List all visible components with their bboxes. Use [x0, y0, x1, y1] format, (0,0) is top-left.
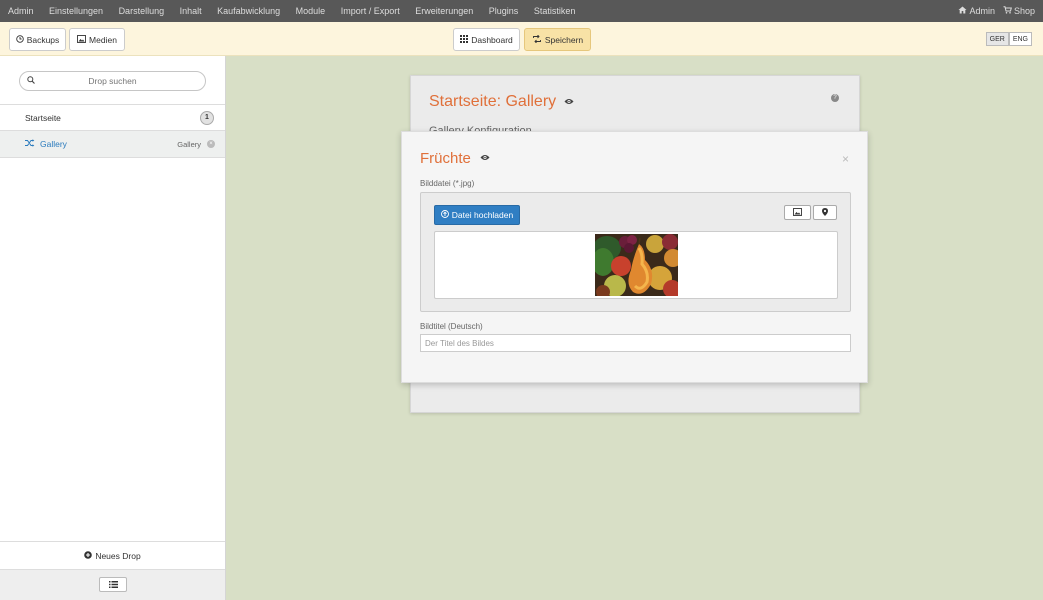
menu-item-darstellung[interactable]: Darstellung — [119, 6, 165, 16]
plus-circle-icon — [84, 550, 93, 561]
new-drop-label: Neues Drop — [95, 550, 141, 561]
language-switcher: GER ENG — [985, 32, 1032, 46]
grid-icon — [460, 34, 469, 45]
drop-search — [19, 71, 206, 91]
image-title-label: Bildtitel (Deutsch) — [420, 322, 483, 331]
clock-icon — [15, 34, 24, 45]
eye-icon[interactable] — [564, 97, 574, 108]
dashboard-label: Dashboard — [471, 34, 513, 45]
menu-item-kaufabwicklung[interactable]: Kaufabwicklung — [217, 6, 280, 16]
upload-file-button[interactable]: Datei hochladen — [434, 205, 520, 225]
home-icon — [958, 6, 967, 16]
medien-label: Medien — [89, 34, 117, 45]
save-label: Speichern — [544, 34, 584, 45]
panel-title: Startseite: Gallery — [429, 93, 557, 110]
user-links: Admin Shop — [950, 0, 1035, 22]
search-icon — [27, 76, 35, 86]
backups-button[interactable]: Backups — [9, 28, 66, 51]
menu-item-import-export[interactable]: Import / Export — [341, 6, 400, 16]
focus-point-button[interactable] — [813, 205, 837, 220]
image-library-button[interactable] — [784, 205, 811, 220]
map-marker-icon — [822, 207, 828, 218]
cart-icon — [1003, 6, 1012, 16]
eye-icon[interactable] — [480, 153, 490, 164]
menu-item-admin[interactable]: Admin — [8, 6, 34, 16]
image-icon — [77, 34, 86, 45]
sidebar-item-label: Startseite — [25, 112, 61, 123]
image-icon — [793, 207, 802, 218]
image-edit-modal: Früchte × Bilddatei (*.jpg) Datei hochla… — [401, 131, 868, 383]
menu-item-einstellungen[interactable]: Einstellungen — [49, 6, 103, 16]
admin-link[interactable]: Admin — [958, 6, 995, 16]
main-menu: Admin Einstellungen Darstellung Inhalt K… — [8, 0, 591, 22]
lang-eng-button[interactable]: ENG — [1008, 32, 1032, 46]
sidebar-footer — [0, 569, 225, 600]
shop-link[interactable]: Shop — [1003, 6, 1035, 16]
count-badge: 1 — [200, 110, 214, 125]
new-drop-button[interactable]: Neues Drop — [0, 541, 225, 569]
lang-ger-button[interactable]: GER — [985, 32, 1009, 46]
sidebar-item-gallery[interactable]: Gallery Gallery × — [0, 131, 225, 158]
shuffle-icon — [25, 139, 35, 149]
sidebar: Startseite 1 Gallery Gallery × Neues Dro… — [0, 56, 226, 600]
drop-search-input[interactable] — [20, 72, 205, 90]
image-preview-frame — [434, 231, 838, 299]
panel-title-row: Startseite: Gallery — [429, 93, 574, 111]
sidebar-item-startseite[interactable]: Startseite 1 — [0, 104, 225, 131]
image-title-input[interactable] — [420, 334, 851, 352]
menu-item-erweiterungen[interactable]: Erweiterungen — [415, 6, 473, 16]
dashboard-button[interactable]: Dashboard — [453, 28, 520, 51]
upload-label: Datei hochladen — [451, 210, 514, 220]
admin-link-label: Admin — [969, 6, 995, 16]
top-navigation: Admin Einstellungen Darstellung Inhalt K… — [0, 0, 1043, 22]
toolbar: Backups Medien Dashboard Speichern GER E… — [0, 22, 1043, 56]
modal-title-row: Früchte — [420, 150, 490, 167]
remove-icon[interactable]: × — [207, 140, 215, 148]
drop-type-label: Gallery — [177, 139, 201, 149]
menu-item-plugins[interactable]: Plugins — [489, 6, 519, 16]
shop-link-label: Shop — [1013, 6, 1035, 16]
backups-label: Backups — [26, 34, 60, 45]
list-toggle-button[interactable] — [99, 577, 127, 592]
medien-button[interactable]: Medien — [69, 28, 125, 51]
modal-title: Früchte — [420, 150, 471, 167]
menu-item-module[interactable]: Module — [296, 6, 326, 16]
image-upload-block: Datei hochladen — [420, 192, 851, 312]
close-icon[interactable]: × — [842, 152, 849, 166]
upload-icon — [440, 210, 449, 220]
help-icon[interactable]: ? — [831, 94, 839, 102]
save-button[interactable]: Speichern — [524, 28, 591, 51]
sidebar-item-label: Gallery — [40, 139, 67, 149]
menu-item-statistiken[interactable]: Statistiken — [534, 6, 576, 16]
fruit-image-thumbnail[interactable] — [595, 234, 678, 296]
retweet-icon — [532, 34, 542, 45]
menu-item-inhalt[interactable]: Inhalt — [180, 6, 202, 16]
list-icon — [108, 580, 118, 590]
image-file-label: Bilddatei (*.jpg) — [420, 179, 475, 188]
